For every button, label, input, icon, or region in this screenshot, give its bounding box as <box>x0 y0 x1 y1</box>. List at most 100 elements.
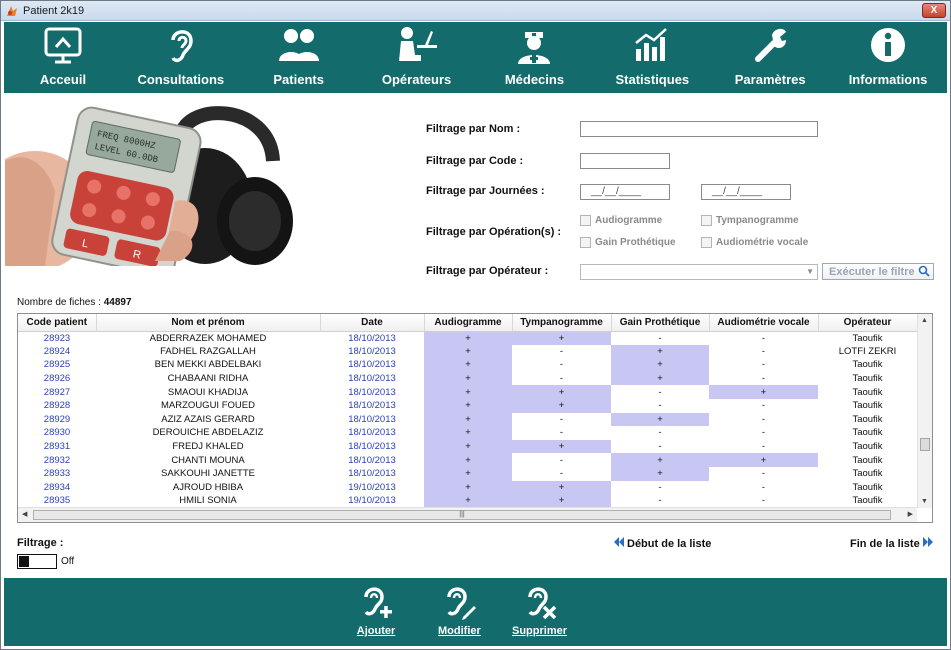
column-header[interactable]: Nom et prénom <box>96 314 321 332</box>
checkbox-audiometrie-vocale[interactable]: Audiométrie vocale <box>701 237 808 248</box>
table-row[interactable]: 28926 CHABAANI RIDHA 18/10/2013 + - + - Taoufik <box>18 371 917 386</box>
table-cell: 28934 <box>43 481 71 493</box>
toolbar-acceuil[interactable]: Acceuil <box>4 22 122 93</box>
column-header[interactable]: Date <box>320 314 425 332</box>
scroll-left-icon[interactable]: ◀ <box>22 510 27 518</box>
table-cell: + <box>709 453 818 467</box>
table-cell: + <box>611 466 709 481</box>
table-cell: 18/10/2013 <box>348 373 396 385</box>
table-cell: + <box>424 494 512 508</box>
table-cell: - <box>658 441 662 453</box>
table-cell: 18/10/2013 <box>348 386 396 398</box>
filter-nom-input[interactable] <box>580 121 818 137</box>
delete-button[interactable]: Supprimer <box>512 582 567 637</box>
table-cell: HMILI SONIA <box>179 495 237 507</box>
table-cell: 28935 <box>43 495 71 507</box>
column-header[interactable]: Opérateur <box>818 314 918 332</box>
table-cell: 18/10/2013 <box>348 400 396 412</box>
patients-grid[interactable]: Code patient Nom et prénom Date Audiogra… <box>17 313 933 523</box>
toolbar-patients[interactable]: Patients <box>240 22 358 93</box>
execute-filter-label: Exécuter le filtre <box>829 265 915 278</box>
scroll-thumb[interactable] <box>920 438 930 451</box>
table-cell: + <box>424 412 512 427</box>
table-row[interactable]: 28935 HMILI SONIA 19/10/2013 + + - - Taoufik <box>18 494 917 508</box>
table-cell: + <box>424 385 512 399</box>
table-cell: 18/10/2013 <box>348 468 396 480</box>
table-cell: 28932 <box>43 454 71 466</box>
toolbar-medecins[interactable]: Médecins <box>476 22 594 93</box>
column-header[interactable]: Gain Prothétique <box>611 314 710 332</box>
filter-code-input[interactable] <box>580 153 670 169</box>
table-cell: - <box>559 427 564 439</box>
list-start-label: Début de la liste <box>627 537 712 550</box>
table-cell: + <box>424 439 512 454</box>
checkbox-gain-prothetique[interactable]: Gain Prothétique <box>580 237 676 248</box>
table-cell: + <box>611 344 709 359</box>
checkbox-box <box>701 237 712 248</box>
table-cell: - <box>658 481 662 493</box>
table-cell: 19/10/2013 <box>348 495 396 507</box>
column-header[interactable]: Audiométrie vocale <box>709 314 819 332</box>
table-cell: CHABAANI RIDHA <box>167 373 249 385</box>
table-cell: - <box>761 373 766 385</box>
table-cell: + <box>424 344 512 359</box>
scroll-right-icon[interactable]: ▶ <box>908 510 913 518</box>
table-row[interactable]: 28924 FADHEL RAZGALLAH 18/10/2013 + - + - LOTFI… <box>18 344 917 359</box>
table-cell: Taoufik <box>852 386 883 398</box>
table-row[interactable]: 28930 DEROUICHE ABDELAZIZ 18/10/2013 + - - - Ta… <box>18 426 917 440</box>
filtrage-toggle[interactable] <box>17 554 57 569</box>
table-cell: 28929 <box>43 413 71 425</box>
table-row[interactable]: 28933 SAKKOUHI JANETTE 18/10/2013 + - + - Taouf… <box>18 466 917 481</box>
operateur-select[interactable]: ▼ <box>580 264 818 280</box>
column-header[interactable]: Tympanogramme <box>512 314 612 332</box>
table-row[interactable]: 28931 FREDJ KHALED 18/10/2013 + + - - Taoufik <box>18 439 917 454</box>
list-end-link[interactable]: Fin de la liste <box>850 537 934 550</box>
toolbar-informations[interactable]: Informations <box>829 22 947 93</box>
table-cell: Taoufik <box>852 495 883 507</box>
table-row[interactable]: 28929 AZIZ AZAIS GERARD 18/10/2013 + - + - Taou… <box>18 412 917 427</box>
checkbox-box <box>580 215 591 226</box>
filtrage-state: Off <box>61 556 75 567</box>
table-cell: - <box>761 427 766 439</box>
table-cell: 28933 <box>43 468 71 480</box>
scroll-down-icon[interactable]: ▼ <box>921 498 928 505</box>
toolbar-operateurs[interactable]: Opérateurs <box>358 22 476 93</box>
column-header[interactable]: Audiogramme <box>424 314 513 332</box>
filter-date-from-input[interactable]: __/__/____ <box>580 184 670 200</box>
checkbox-tympanogramme[interactable]: Tympanogramme <box>701 215 799 226</box>
scroll-thumb[interactable]: ||| <box>33 510 891 520</box>
table-cell: - <box>658 427 662 439</box>
execute-filter-button[interactable]: Exécuter le filtre <box>822 263 934 280</box>
checkbox-label: Gain Prothétique <box>595 237 676 248</box>
add-button[interactable]: Ajouter <box>356 582 396 637</box>
list-start-link[interactable]: Début de la liste <box>613 537 711 550</box>
toolbar-statistiques[interactable]: Statistiques <box>593 22 711 93</box>
filtrage-label: Filtrage : <box>17 537 64 549</box>
toolbar-parametres[interactable]: Paramètres <box>711 22 829 93</box>
table-cell: - <box>761 481 766 493</box>
table-cell: + <box>512 494 611 508</box>
vertical-scrollbar[interactable]: ▲ ▼ <box>917 314 932 508</box>
delete-label: Supprimer <box>512 625 568 637</box>
table-row[interactable]: 28934 AJROUD HBIBA 19/10/2013 + + - - Taoufik <box>18 480 917 495</box>
column-header[interactable]: Code patient <box>18 314 97 332</box>
table-row[interactable]: 28925 BEN MEKKI ABDELBAKI 18/10/2013 + - + - Ta… <box>18 358 917 372</box>
edit-button[interactable]: Modifier <box>438 582 481 637</box>
close-button[interactable]: X <box>922 3 946 18</box>
table-cell: 28927 <box>43 386 71 398</box>
checkbox-audiogramme[interactable]: Audiogramme <box>580 215 662 226</box>
scroll-up-icon[interactable]: ▲ <box>921 317 928 324</box>
table-row[interactable]: 28928 MARZOUGUI FOUED 18/10/2013 + + - - Taoufi… <box>18 398 917 413</box>
horizontal-scrollbar[interactable]: ◀ ||| ▶ <box>18 507 917 522</box>
table-row[interactable]: 28923 ABDERRAZEK MOHAMED 18/10/2013 + + - - Tao… <box>18 331 917 345</box>
table-cell: + <box>424 466 512 481</box>
table-cell: Taoufik <box>852 427 883 439</box>
table-cell: 18/10/2013 <box>348 359 396 371</box>
table-cell: Taoufik <box>852 332 883 344</box>
table-cell: - <box>559 345 564 357</box>
main-toolbar: Acceuil Consultations Patients Opérateur… <box>4 22 947 93</box>
toolbar-consultations[interactable]: Consultations <box>122 22 240 93</box>
filter-date-to-input[interactable]: __/__/____ <box>701 184 791 200</box>
table-row[interactable]: 28932 CHANTI MOUNA 18/10/2013 + - + + Taoufik <box>18 453 917 467</box>
table-row[interactable]: 28927 SMAOUI KHADIJA 18/10/2013 + + - + Taoufik <box>18 385 917 399</box>
